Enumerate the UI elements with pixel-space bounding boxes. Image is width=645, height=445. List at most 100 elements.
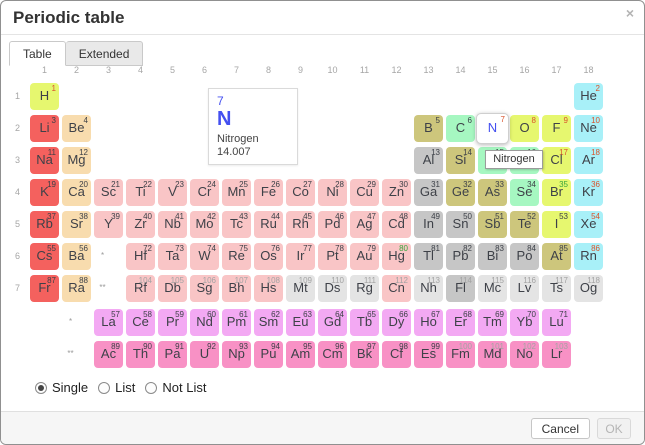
element-sr[interactable]: 38Sr: [62, 211, 91, 238]
element-os[interactable]: 76Os: [254, 243, 283, 270]
element-pr[interactable]: 59Pr: [158, 309, 187, 336]
element-sn[interactable]: 50Sn: [446, 211, 475, 238]
element-nd[interactable]: 60Nd: [190, 309, 219, 336]
element-fr[interactable]: 87Fr: [30, 275, 59, 302]
element-re[interactable]: 75Re: [222, 243, 251, 270]
element-rb[interactable]: 37Rb: [30, 211, 59, 238]
element-rh[interactable]: 45Rh: [286, 211, 315, 238]
element-am[interactable]: 95Am: [286, 341, 315, 368]
element-al[interactable]: 13Al: [414, 147, 443, 174]
element-ga[interactable]: 31Ga: [414, 179, 443, 206]
element-ts[interactable]: 117Ts: [542, 275, 571, 302]
element-sb[interactable]: 51Sb: [478, 211, 507, 238]
element-se[interactable]: 34Se: [510, 179, 539, 206]
radio-list[interactable]: List: [98, 380, 135, 395]
element-lr[interactable]: 103Lr: [542, 341, 571, 368]
element-cl[interactable]: 17Cl: [542, 147, 571, 174]
tab-extended[interactable]: Extended: [66, 41, 144, 66]
element-mo[interactable]: 42Mo: [190, 211, 219, 238]
element-zr[interactable]: 40Zr: [126, 211, 155, 238]
element-w[interactable]: 74W: [190, 243, 219, 270]
radio-icon[interactable]: [145, 382, 157, 394]
element-zn[interactable]: 30Zn: [382, 179, 411, 206]
element-pu[interactable]: 94Pu: [254, 341, 283, 368]
element-y[interactable]: 39Y: [94, 211, 123, 238]
element-bh[interactable]: 107Bh: [222, 275, 251, 302]
element-fm[interactable]: 100Fm: [446, 341, 475, 368]
element-ru[interactable]: 44Ru: [254, 211, 283, 238]
element-v[interactable]: 23V: [158, 179, 187, 206]
element-hg[interactable]: 80Hg: [382, 243, 411, 270]
element-tm[interactable]: 69Tm: [478, 309, 507, 336]
element-k[interactable]: 19K: [30, 179, 59, 206]
element-ta[interactable]: 73Ta: [158, 243, 187, 270]
element-n[interactable]: 7N: [476, 113, 509, 144]
element-ar[interactable]: 18Ar: [574, 147, 603, 174]
element-rn[interactable]: 86Rn: [574, 243, 603, 270]
radio-icon[interactable]: [35, 382, 47, 394]
element-og[interactable]: 118Og: [574, 275, 603, 302]
element-kr[interactable]: 36Kr: [574, 179, 603, 206]
element-be[interactable]: 4Be: [62, 115, 91, 142]
element-cm[interactable]: 96Cm: [318, 341, 347, 368]
element-u[interactable]: 92U: [190, 341, 219, 368]
element-cd[interactable]: 48Cd: [382, 211, 411, 238]
element-te[interactable]: 52Te: [510, 211, 539, 238]
element-ho[interactable]: 67Ho: [414, 309, 443, 336]
element-cn[interactable]: 112Cn: [382, 275, 411, 302]
element-sm[interactable]: 62Sm: [254, 309, 283, 336]
element-er[interactable]: 68Er: [446, 309, 475, 336]
tab-table[interactable]: Table: [9, 41, 66, 66]
element-mn[interactable]: 25Mn: [222, 179, 251, 206]
element-fe[interactable]: 26Fe: [254, 179, 283, 206]
element-eu[interactable]: 63Eu: [286, 309, 315, 336]
element-sc[interactable]: 21Sc: [94, 179, 123, 206]
element-tc[interactable]: 43Tc: [222, 211, 251, 238]
element-cs[interactable]: 55Cs: [30, 243, 59, 270]
element-h[interactable]: 1H: [30, 83, 59, 110]
element-na[interactable]: 11Na: [30, 147, 59, 174]
element-pt[interactable]: 78Pt: [318, 243, 347, 270]
element-ds[interactable]: 110Ds: [318, 275, 347, 302]
element-nb[interactable]: 41Nb: [158, 211, 187, 238]
element-pm[interactable]: 61Pm: [222, 309, 251, 336]
element-at[interactable]: 85At: [542, 243, 571, 270]
element-c[interactable]: 6C: [446, 115, 475, 142]
element-mt[interactable]: 109Mt: [286, 275, 315, 302]
element-fl[interactable]: 114Fl: [446, 275, 475, 302]
element-co[interactable]: 27Co: [286, 179, 315, 206]
element-si[interactable]: 14Si: [446, 147, 475, 174]
radio-icon[interactable]: [98, 382, 110, 394]
element-au[interactable]: 79Au: [350, 243, 379, 270]
element-bk[interactable]: 97Bk: [350, 341, 379, 368]
element-ne[interactable]: 10Ne: [574, 115, 603, 142]
element-bi[interactable]: 83Bi: [478, 243, 507, 270]
element-in[interactable]: 49In: [414, 211, 443, 238]
ok-button[interactable]: OK: [597, 418, 631, 439]
radio-not-list[interactable]: Not List: [145, 380, 206, 395]
element-f[interactable]: 9F: [542, 115, 571, 142]
element-he[interactable]: 2He: [574, 83, 603, 110]
element-th[interactable]: 90Th: [126, 341, 155, 368]
element-po[interactable]: 84Po: [510, 243, 539, 270]
element-ce[interactable]: 58Ce: [126, 309, 155, 336]
element-lv[interactable]: 116Lv: [510, 275, 539, 302]
cancel-button[interactable]: Cancel: [531, 418, 590, 439]
element-ca[interactable]: 20Ca: [62, 179, 91, 206]
element-ti[interactable]: 22Ti: [126, 179, 155, 206]
element-mc[interactable]: 115Mc: [478, 275, 507, 302]
element-cu[interactable]: 29Cu: [350, 179, 379, 206]
element-hf[interactable]: 72Hf: [126, 243, 155, 270]
element-cr[interactable]: 24Cr: [190, 179, 219, 206]
element-pd[interactable]: 46Pd: [318, 211, 347, 238]
element-hs[interactable]: 108Hs: [254, 275, 283, 302]
element-pb[interactable]: 82Pb: [446, 243, 475, 270]
element-rf[interactable]: 104Rf: [126, 275, 155, 302]
element-md[interactable]: 101Md: [478, 341, 507, 368]
element-ra[interactable]: 88Ra: [62, 275, 91, 302]
element-xe[interactable]: 54Xe: [574, 211, 603, 238]
element-i[interactable]: 53I: [542, 211, 571, 238]
element-li[interactable]: 3Li: [30, 115, 59, 142]
element-tb[interactable]: 65Tb: [350, 309, 379, 336]
element-cf[interactable]: 98Cf: [382, 341, 411, 368]
